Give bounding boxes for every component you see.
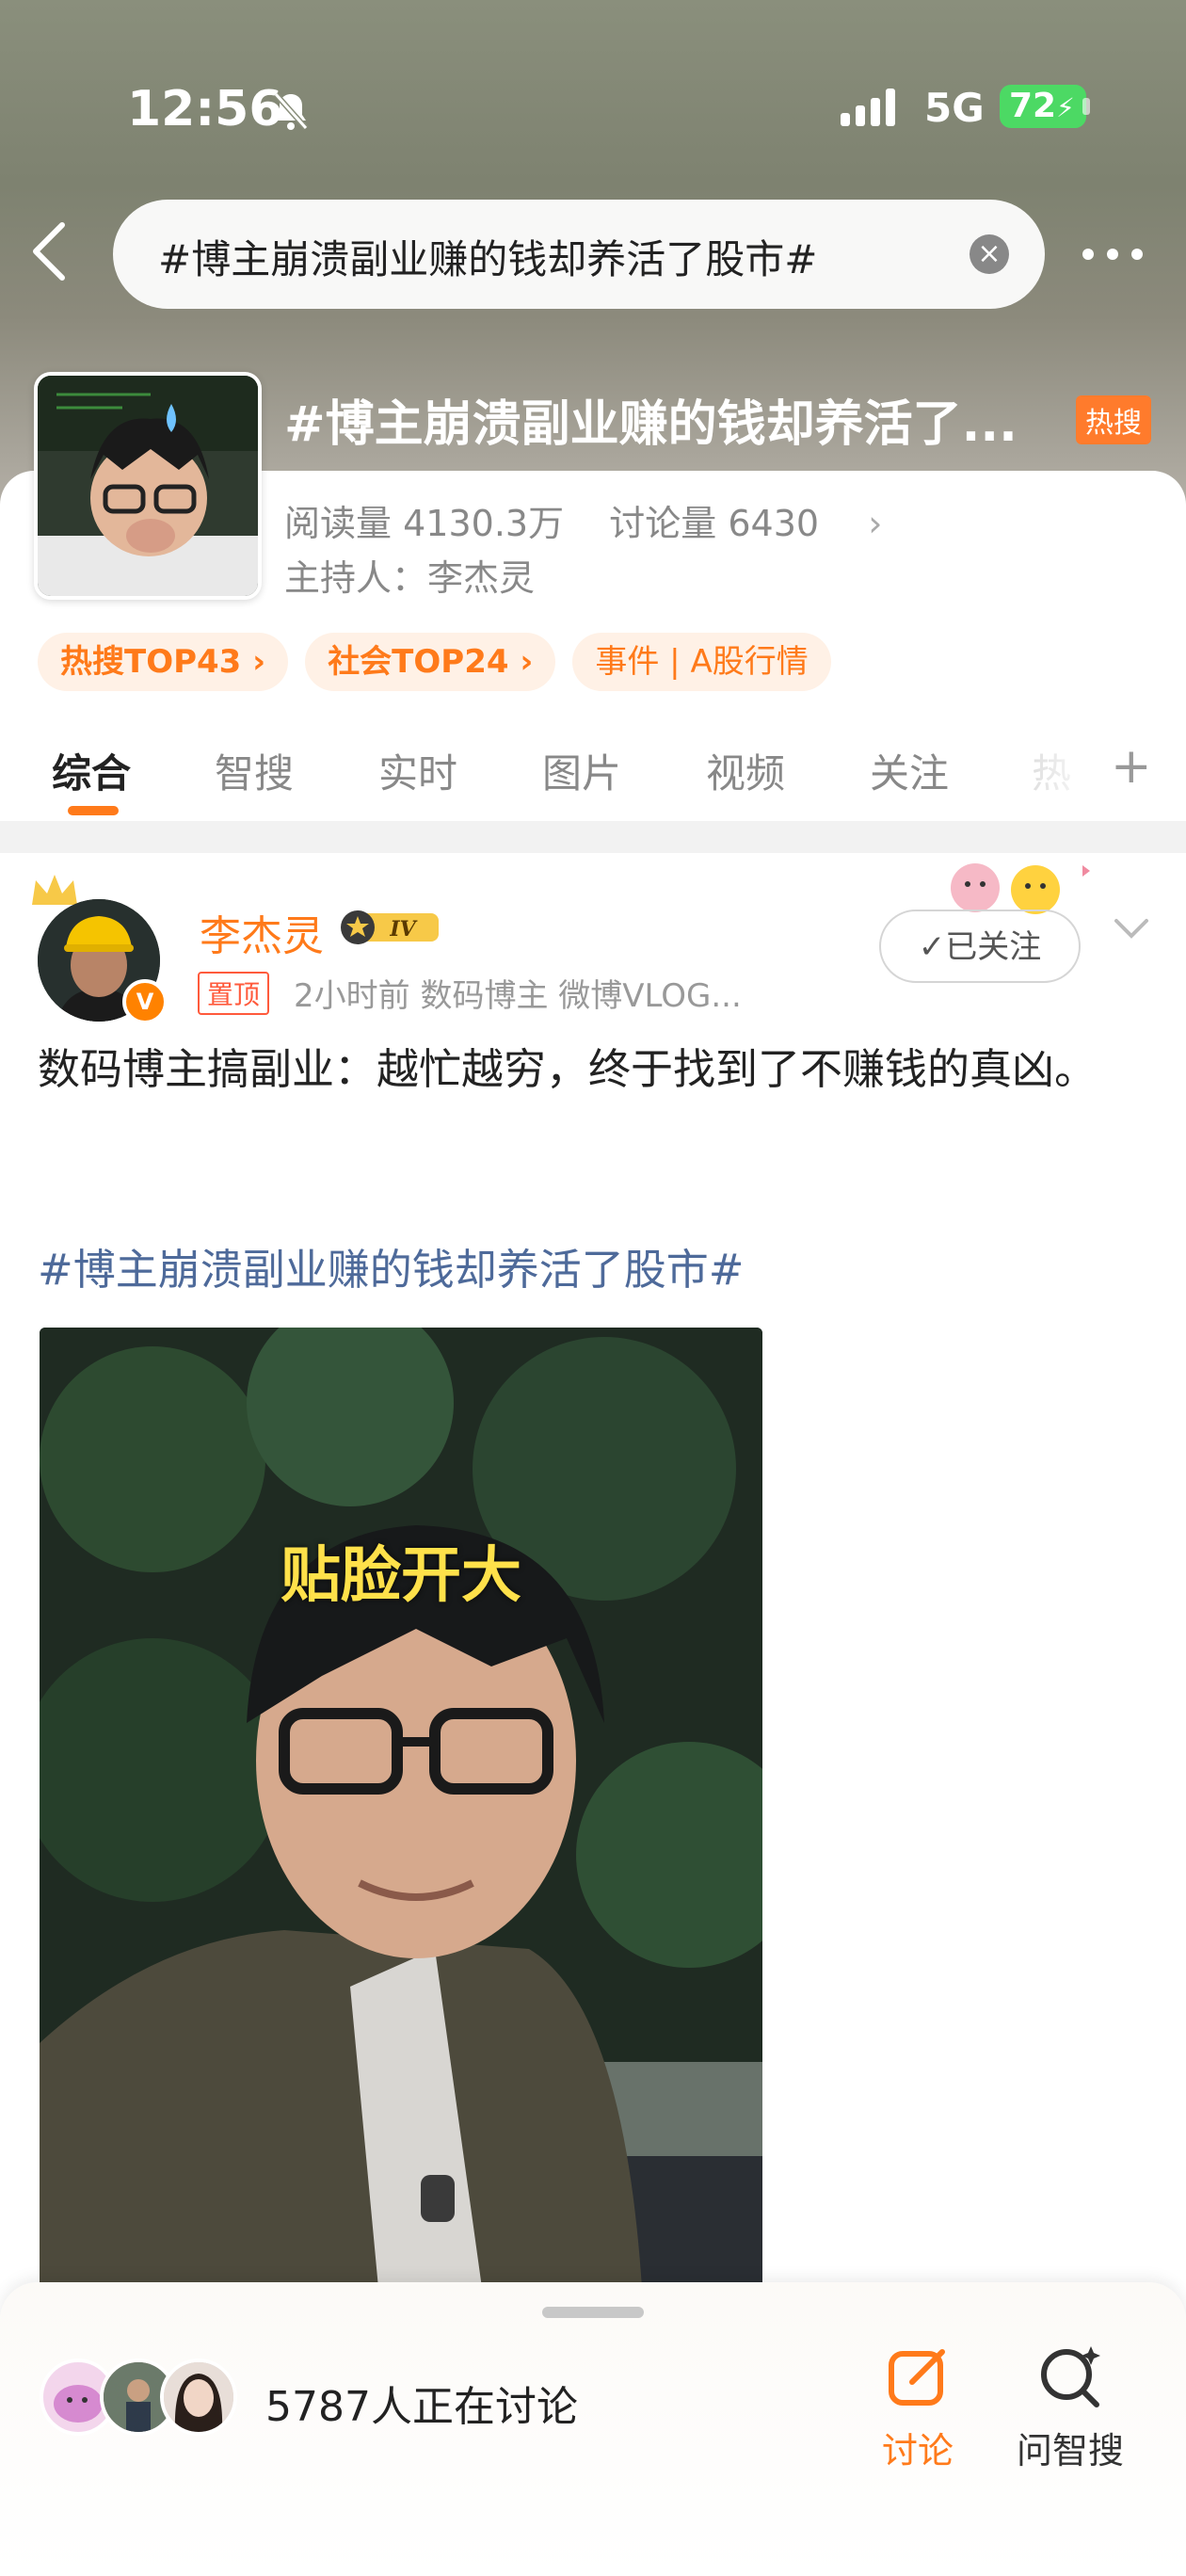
tab-images[interactable]: 图片 — [542, 742, 621, 799]
search-field[interactable]: #博主崩溃副业赚的钱却养活了股市# × — [113, 200, 1045, 309]
post-meta: 2小时前 数码博主 微博VLOG... — [294, 977, 742, 1015]
discuss-button[interactable]: 讨论 — [852, 2343, 984, 2473]
discussing-count: 5787人正在讨论 — [265, 2383, 578, 2431]
topic-thumbnail[interactable] — [34, 372, 262, 600]
ask-label: 问智搜 — [1016, 2430, 1124, 2471]
discuss-label: 讨论量 — [609, 503, 717, 544]
tab-comprehensive[interactable]: 综合 — [52, 742, 131, 799]
ask-smart-search-button[interactable]: 问智搜 — [1004, 2343, 1136, 2473]
reads-label: 阅读量 — [284, 503, 393, 544]
crown-icon — [32, 875, 77, 905]
chevron-right-icon[interactable]: › — [868, 503, 882, 544]
cellular-signal-icon — [841, 89, 895, 126]
tab-following[interactable]: 关注 — [870, 742, 949, 799]
post-text: 数码博主搞副业：越忙越穷，终于找到了不赚钱的真凶。 — [38, 1044, 1098, 1094]
post-hashtag[interactable]: #博主崩溃副业赚的钱却养活了股市# — [38, 1235, 744, 1296]
verified-badge-icon: V — [122, 979, 168, 1024]
active-tab-indicator — [68, 806, 119, 815]
pinned-badge: 置顶 — [198, 972, 270, 1015]
more-options-icon[interactable] — [1082, 249, 1143, 260]
tag-hot-search[interactable]: 热搜TOP43 › — [38, 633, 289, 691]
tab-fade — [1026, 725, 1101, 810]
chevron-down-icon[interactable] — [1113, 917, 1150, 940]
add-tab-icon[interactable]: + — [1111, 738, 1152, 795]
network-type: 5G — [924, 85, 985, 131]
tag-society[interactable]: 社会TOP24 › — [305, 633, 556, 691]
topic-host: 主持人：李杰灵 — [284, 549, 535, 601]
drag-handle[interactable] — [542, 2307, 644, 2318]
video-player[interactable]: 贴脸开大 — [40, 1328, 762, 2288]
tab-realtime[interactable]: 实时 — [378, 742, 457, 799]
host-name[interactable]: 李杰灵 — [427, 557, 535, 599]
reads-value: 4130.3万 — [403, 503, 565, 544]
tab-smart-search[interactable]: 智搜 — [215, 742, 294, 799]
tab-video[interactable]: 视频 — [706, 742, 785, 799]
topic-tags: 热搜TOP43 › 社会TOP24 › 事件 | A股行情 — [38, 633, 831, 691]
tab-bar: 综合 智搜 实时 图片 视频 关注 热 — [0, 725, 1186, 819]
compose-icon — [889, 2349, 945, 2406]
battery-cap — [1082, 98, 1090, 115]
level-badge-icon: IV — [341, 910, 439, 944]
clear-icon[interactable]: × — [970, 234, 1009, 274]
smart-search-icon — [1041, 2346, 1100, 2407]
video-frame — [40, 1328, 762, 2288]
back-icon[interactable] — [30, 221, 68, 282]
search-query[interactable]: #博主崩溃副业赚的钱却养活了股市# — [158, 228, 817, 285]
author-name[interactable]: 李杰灵 — [200, 902, 324, 962]
topic-title: #博主崩溃副业赚的钱却养活了... — [284, 396, 1018, 453]
battery-level: 72 — [1009, 87, 1057, 125]
video-caption: 贴脸开大 — [280, 1541, 521, 1611]
status-bar: 12:56 5G 72⚡ — [0, 75, 1186, 141]
discuss-label: 讨论 — [881, 2430, 954, 2471]
participant-avatar — [160, 2359, 237, 2436]
sticker-decoration-icon — [951, 863, 1090, 914]
level-text: IV — [389, 917, 417, 942]
hot-search-badge: 热搜 — [1076, 395, 1151, 444]
discuss-value: 6430 — [728, 503, 820, 544]
topic-stats[interactable]: 阅读量 4130.3万 讨论量 6430 › — [284, 494, 882, 546]
battery-icon: 72⚡ — [1000, 85, 1086, 128]
tag-event[interactable]: 事件 | A股行情 — [572, 633, 831, 691]
status-time: 12:56 — [127, 81, 283, 137]
following-button[interactable]: ✓已关注 — [879, 910, 1081, 983]
mute-bell-icon — [273, 92, 309, 130]
host-label: 主持人： — [284, 557, 428, 599]
